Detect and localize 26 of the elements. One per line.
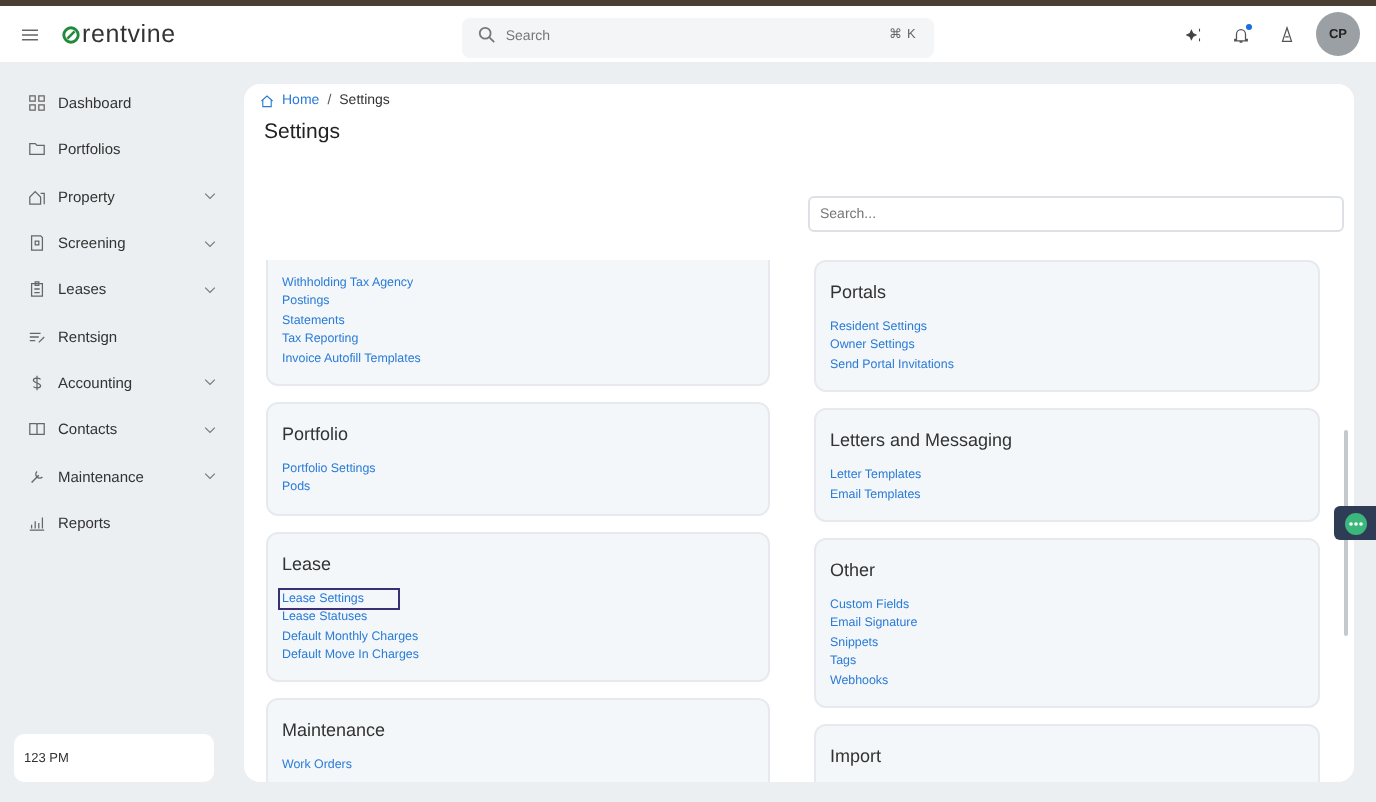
card-title: Letters and Messaging bbox=[830, 428, 1015, 453]
sparkle-icon[interactable] bbox=[1186, 25, 1204, 43]
brand-name: rentvine bbox=[82, 20, 176, 48]
home-icon[interactable] bbox=[260, 94, 274, 108]
nav-icon bbox=[28, 373, 46, 392]
card-title: Other bbox=[830, 558, 878, 583]
search-icon bbox=[477, 25, 496, 43]
nav-icon bbox=[28, 187, 46, 206]
card-title: Portals bbox=[830, 280, 889, 304]
card-title: Maintenance bbox=[282, 718, 388, 743]
card-title: Portfolio bbox=[282, 422, 351, 447]
nav-icon bbox=[28, 140, 46, 159]
nav-icon bbox=[28, 280, 46, 299]
chat-bubble-icon bbox=[1343, 511, 1367, 535]
chat-widget-button[interactable] bbox=[1334, 506, 1376, 540]
bell-icon[interactable] bbox=[1232, 25, 1250, 43]
nav-icon bbox=[28, 327, 46, 346]
nav-icon bbox=[28, 420, 46, 439]
nav-icon bbox=[28, 94, 46, 113]
card-title: Lease bbox=[282, 551, 334, 576]
nav-icon bbox=[28, 467, 46, 486]
nav-icon bbox=[28, 234, 46, 253]
nav-icon bbox=[28, 513, 46, 532]
menu-icon[interactable] bbox=[22, 27, 38, 41]
card-title: Import bbox=[830, 744, 884, 769]
page-title: Settings bbox=[264, 120, 342, 144]
